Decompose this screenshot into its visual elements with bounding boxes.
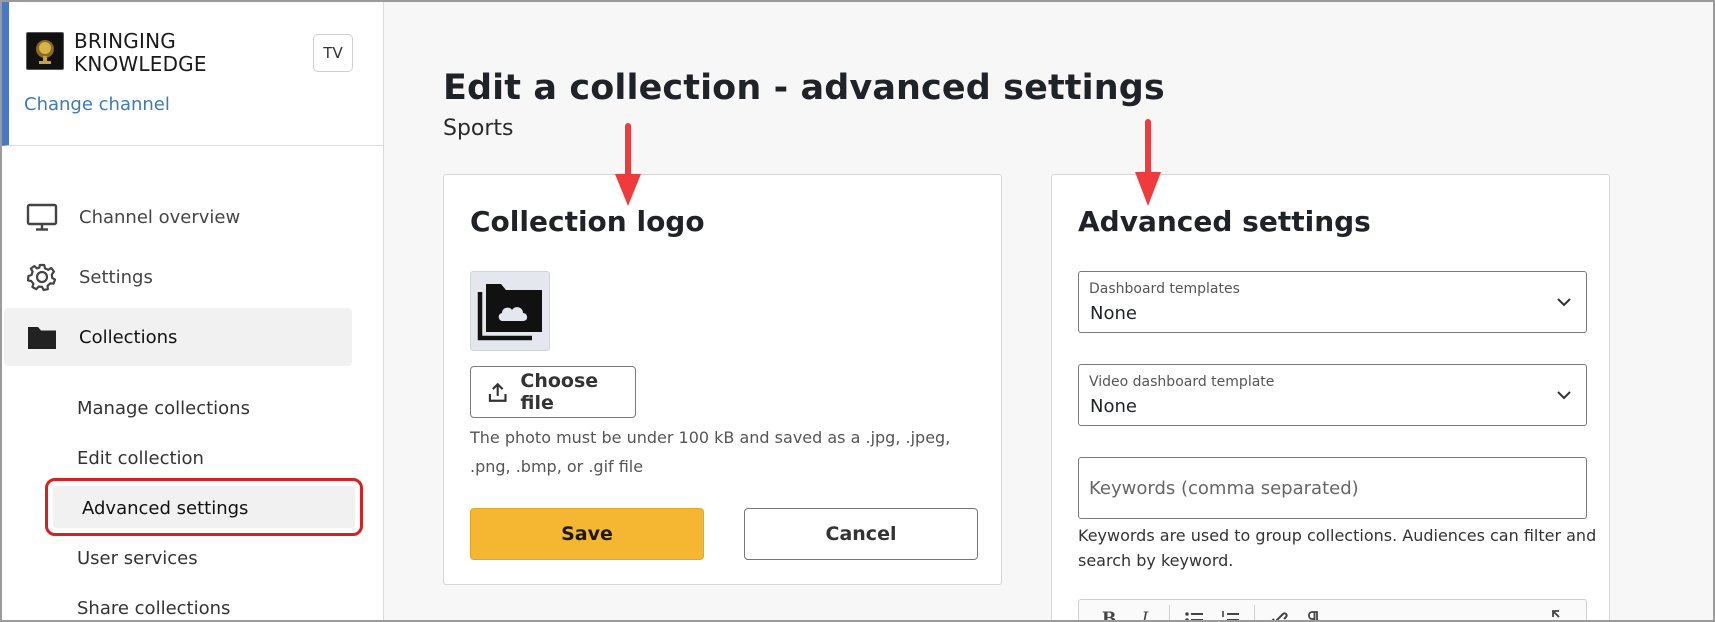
channel-badge[interactable]: TV: [313, 34, 353, 72]
sub-item-advanced-settings-highlight[interactable]: Advanced settings: [45, 478, 363, 536]
annotation-arrow-icon: [1135, 119, 1161, 206]
upload-icon: [488, 382, 507, 402]
bulleted-list-button[interactable]: [1176, 604, 1212, 620]
page-title: Edit a collection - advanced settings: [443, 68, 1165, 108]
nav-item-collections[interactable]: Collections: [4, 308, 352, 366]
nav-item-channel-overview[interactable]: Channel overview: [4, 188, 352, 246]
folder-icon: [28, 327, 56, 349]
change-channel-link[interactable]: Change channel: [24, 94, 170, 115]
expand-icon[interactable]: [1550, 608, 1572, 622]
keywords-field[interactable]: [1078, 457, 1587, 519]
page-subtitle: Sports: [443, 116, 514, 141]
card-title: Collection logo: [470, 205, 705, 238]
monitor-icon: [26, 203, 58, 231]
toolbar-divider: [1254, 605, 1255, 620]
cancel-button[interactable]: Cancel: [744, 508, 978, 560]
sub-item-share-collections[interactable]: Share collections: [77, 598, 230, 619]
sub-item-manage-collections[interactable]: Manage collections: [77, 398, 250, 419]
nav-label: Settings: [79, 266, 153, 288]
save-button[interactable]: Save: [470, 508, 704, 560]
dashboard-templates-select[interactable]: Dashboard templates None: [1078, 271, 1587, 333]
keywords-input[interactable]: [1079, 458, 1586, 518]
advanced-settings-card: Advanced settings Dashboard templates No…: [1051, 174, 1610, 622]
cloud-folders-icon: [477, 284, 542, 341]
sidebar: BRINGING KNOWLEDGE TV Change channel Cha…: [2, 2, 384, 620]
bold-button[interactable]: B: [1091, 604, 1127, 620]
italic-button[interactable]: I: [1127, 604, 1163, 620]
select-label: Dashboard templates: [1089, 281, 1240, 297]
file-help-text: The photo must be under 100 kB and saved…: [470, 428, 951, 476]
select-label: Video dashboard template: [1089, 374, 1275, 390]
org-name: BRINGING KNOWLEDGE: [74, 29, 207, 76]
link-button[interactable]: [1261, 604, 1297, 620]
trophy-icon: [36, 40, 54, 64]
sub-item-user-services[interactable]: User services: [77, 548, 198, 569]
sub-item-advanced-settings[interactable]: Advanced settings: [53, 486, 355, 528]
app-window: BRINGING KNOWLEDGE TV Change channel Cha…: [0, 0, 1715, 622]
card-title: Advanced settings: [1078, 205, 1371, 238]
numbered-list-icon: [1222, 611, 1239, 620]
choose-file-button[interactable]: Choose file: [470, 366, 636, 418]
sub-item-edit-collection[interactable]: Edit collection: [77, 448, 204, 469]
numbered-list-button[interactable]: [1212, 604, 1248, 620]
nav-label: Channel overview: [79, 206, 241, 228]
paragraph-icon: [1308, 611, 1318, 620]
chevron-down-icon: [1557, 391, 1571, 400]
select-value: None: [1090, 303, 1137, 324]
choose-file-label: Choose file: [520, 370, 599, 414]
gear-icon: [26, 263, 57, 292]
keywords-help-text: Keywords are used to group collections. …: [1078, 526, 1597, 570]
paragraph-format-button[interactable]: [1297, 604, 1333, 620]
video-dashboard-template-select[interactable]: Video dashboard template None: [1078, 364, 1587, 426]
sidebar-header: BRINGING KNOWLEDGE TV Change channel: [2, 2, 383, 146]
nav-label: Collections: [79, 326, 178, 348]
select-value: None: [1090, 396, 1137, 417]
rich-text-toolbar: B I: [1078, 599, 1587, 622]
collection-logo-card: Collection logo Choose file The photo mu…: [443, 174, 1002, 585]
toolbar-divider: [1169, 605, 1170, 620]
org-logo: [26, 32, 64, 70]
annotation-arrow-icon: [615, 123, 641, 206]
nav-item-settings[interactable]: Settings: [4, 248, 352, 306]
bulleted-list-icon: [1185, 612, 1203, 620]
link-icon: [1271, 612, 1288, 620]
logo-preview: [470, 271, 550, 351]
sub-item-label: Advanced settings: [82, 498, 249, 519]
chevron-down-icon: [1557, 298, 1571, 307]
